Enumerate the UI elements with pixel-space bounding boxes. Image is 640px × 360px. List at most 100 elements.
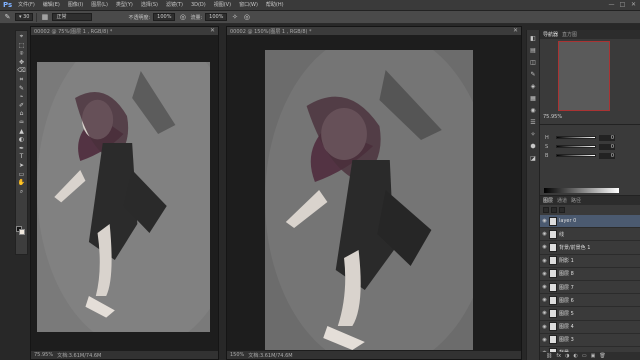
brush-tool-icon[interactable]: ✎ bbox=[3, 13, 12, 22]
brush-size-dropdown[interactable]: ▾ 30 bbox=[15, 13, 34, 21]
menu-item[interactable]: 选择(S) bbox=[137, 0, 162, 11]
eye-icon[interactable]: ◉ bbox=[542, 231, 547, 237]
navigator-thumbnail[interactable] bbox=[558, 41, 610, 111]
color-ramp[interactable] bbox=[544, 188, 619, 193]
tool-icon[interactable]: ▲ bbox=[17, 128, 26, 137]
layer-row[interactable]: ◉ 阴影 1 bbox=[540, 255, 640, 268]
eye-icon[interactable]: ◉ bbox=[542, 244, 547, 250]
tab-layers[interactable]: 图层 bbox=[543, 197, 553, 204]
tab-navigator[interactable]: 导航器 bbox=[543, 31, 558, 38]
menu-item[interactable]: 3D(D) bbox=[187, 0, 210, 11]
slider-value[interactable]: 0 bbox=[599, 143, 615, 150]
layer-row[interactable]: ◉ 图层 7 bbox=[540, 281, 640, 295]
eye-icon[interactable]: ◉ bbox=[542, 258, 547, 264]
pressure-size-icon[interactable]: ◎ bbox=[242, 13, 251, 22]
blend-mode-icon[interactable] bbox=[543, 207, 549, 213]
dock-panel-icon[interactable]: ◉ bbox=[529, 106, 538, 115]
layers-footer-icon[interactable]: ▣ bbox=[591, 353, 596, 359]
dock-panel-icon[interactable]: ✧ bbox=[529, 130, 538, 139]
menu-item[interactable]: 滤镜(T) bbox=[162, 0, 187, 11]
dock-panel-icon[interactable]: ☰ bbox=[529, 118, 538, 127]
tab-histogram[interactable]: 直方图 bbox=[562, 31, 577, 38]
zoom-readout[interactable]: 150% bbox=[230, 352, 244, 358]
layer-row[interactable]: ◉ 背景/前景色 1 bbox=[540, 241, 640, 255]
tool-icon[interactable]: ⌗ bbox=[17, 76, 26, 85]
zoom-readout[interactable]: 75.95% bbox=[34, 352, 53, 358]
lock-icon[interactable] bbox=[551, 207, 557, 213]
minimize-icon[interactable]: — bbox=[608, 1, 615, 8]
eye-icon[interactable]: ◉ bbox=[542, 297, 547, 303]
tool-icon[interactable]: ♒ bbox=[17, 119, 26, 128]
pressure-opacity-icon[interactable]: ◎ bbox=[178, 13, 187, 22]
tool-icon[interactable]: T bbox=[17, 153, 26, 162]
layer-row[interactable]: ◉ layer 0 bbox=[540, 215, 640, 229]
mode-dropdown[interactable]: 正常 bbox=[52, 13, 93, 21]
layer-row[interactable]: ◉ 图层 4 bbox=[540, 321, 640, 334]
dock-panel-icon[interactable]: ⬢ bbox=[529, 142, 538, 151]
layers-footer-icon[interactable]: ◐ bbox=[573, 353, 577, 359]
layer-row[interactable]: ◉ 线 bbox=[540, 228, 640, 242]
close-icon[interactable]: ✕ bbox=[630, 1, 637, 8]
menu-item[interactable]: 图层(L) bbox=[87, 0, 112, 11]
tool-icon[interactable]: ✋ bbox=[17, 179, 26, 188]
opacity-field[interactable]: 100% bbox=[153, 13, 176, 21]
background-color-swatch[interactable] bbox=[19, 229, 25, 235]
artwork-canvas-right[interactable] bbox=[265, 50, 473, 350]
doc-tab-left[interactable]: 00002 @ 75%(图层 1 , RGB/8) * ✕ bbox=[31, 27, 218, 35]
tool-icon[interactable]: ▭ bbox=[17, 171, 26, 180]
tab-paths[interactable]: 路径 bbox=[571, 197, 581, 204]
slider-track[interactable] bbox=[556, 145, 596, 148]
menu-item[interactable]: 类型(Y) bbox=[112, 0, 137, 11]
slider-track[interactable] bbox=[556, 136, 596, 139]
dock-panel-icon[interactable]: ▦ bbox=[529, 94, 538, 103]
tool-icon[interactable]: ➤ bbox=[17, 162, 26, 171]
tool-icon[interactable]: ✎ bbox=[17, 85, 26, 94]
close-icon[interactable]: ✕ bbox=[210, 27, 215, 35]
eye-icon[interactable]: ◉ bbox=[542, 271, 547, 277]
maximize-icon[interactable]: □ bbox=[619, 1, 626, 8]
doc-tab-right[interactable]: 00002 @ 150%(图层 1 , RGB/8) * ✕ bbox=[227, 27, 521, 35]
menu-item[interactable]: 窗口(W) bbox=[235, 0, 262, 11]
dock-panel-icon[interactable]: ✎ bbox=[529, 70, 538, 79]
navigator-zoom[interactable]: 75.95% bbox=[543, 114, 562, 120]
eye-icon[interactable]: ◉ bbox=[542, 310, 547, 316]
tool-icon[interactable]: ✐ bbox=[17, 102, 26, 111]
layers-footer-icon[interactable]: fx bbox=[556, 353, 561, 359]
slider-track[interactable] bbox=[556, 154, 596, 157]
artwork-canvas-left[interactable] bbox=[37, 62, 210, 332]
layers-footer-icon[interactable]: ▭ bbox=[582, 353, 587, 359]
dock-panel-icon[interactable]: ◫ bbox=[529, 58, 538, 67]
menu-item[interactable]: 视图(V) bbox=[210, 0, 235, 11]
dock-panel-icon[interactable]: ◧ bbox=[529, 34, 538, 43]
close-icon[interactable]: ✕ bbox=[513, 27, 518, 35]
layer-row[interactable]: ◉ 图层 8 bbox=[540, 268, 640, 281]
layers-footer-icon[interactable]: ⛓ bbox=[546, 353, 552, 359]
airbrush-icon[interactable]: ✧ bbox=[230, 13, 239, 22]
menu-item[interactable]: 帮助(H) bbox=[262, 0, 288, 11]
tool-icon[interactable]: ⌂ bbox=[17, 110, 26, 119]
dock-panel-icon[interactable]: ◈ bbox=[529, 82, 538, 91]
dock-panel-icon[interactable]: ▤ bbox=[529, 46, 538, 55]
tool-icon[interactable]: ✥ bbox=[17, 59, 26, 68]
layers-footer-icon[interactable]: 🗑 bbox=[599, 353, 605, 359]
layer-row[interactable]: ◉ 图层 6 bbox=[540, 294, 640, 308]
tab-channels[interactable]: 通道 bbox=[557, 197, 567, 204]
tool-icon[interactable]: ⌫ bbox=[17, 67, 26, 76]
tool-icon[interactable]: ⬚ bbox=[17, 42, 26, 51]
eye-icon[interactable]: ◉ bbox=[542, 337, 547, 343]
tool-icon[interactable]: ⌁ bbox=[17, 93, 26, 102]
menu-item[interactable]: 文件(F) bbox=[14, 0, 39, 11]
menu-item[interactable]: 图像(I) bbox=[64, 0, 87, 11]
layers-footer-icon[interactable]: ◑ bbox=[565, 353, 569, 359]
tool-icon[interactable]: ⌾ bbox=[17, 50, 26, 59]
flow-field[interactable]: 100% bbox=[205, 13, 228, 21]
menu-item[interactable]: 编辑(E) bbox=[39, 0, 64, 11]
layer-row[interactable]: ◉ 图层 3 bbox=[540, 334, 640, 347]
eye-icon[interactable]: ◉ bbox=[542, 218, 547, 224]
slider-value[interactable]: 0 bbox=[599, 152, 615, 159]
tool-icon[interactable]: ⌖ bbox=[17, 33, 26, 42]
brush-panel-icon[interactable]: ▦ bbox=[40, 13, 49, 22]
dock-panel-icon[interactable]: ◪ bbox=[529, 154, 538, 163]
tool-icon[interactable]: ✒ bbox=[17, 145, 26, 154]
eye-icon[interactable]: ◉ bbox=[542, 284, 547, 290]
